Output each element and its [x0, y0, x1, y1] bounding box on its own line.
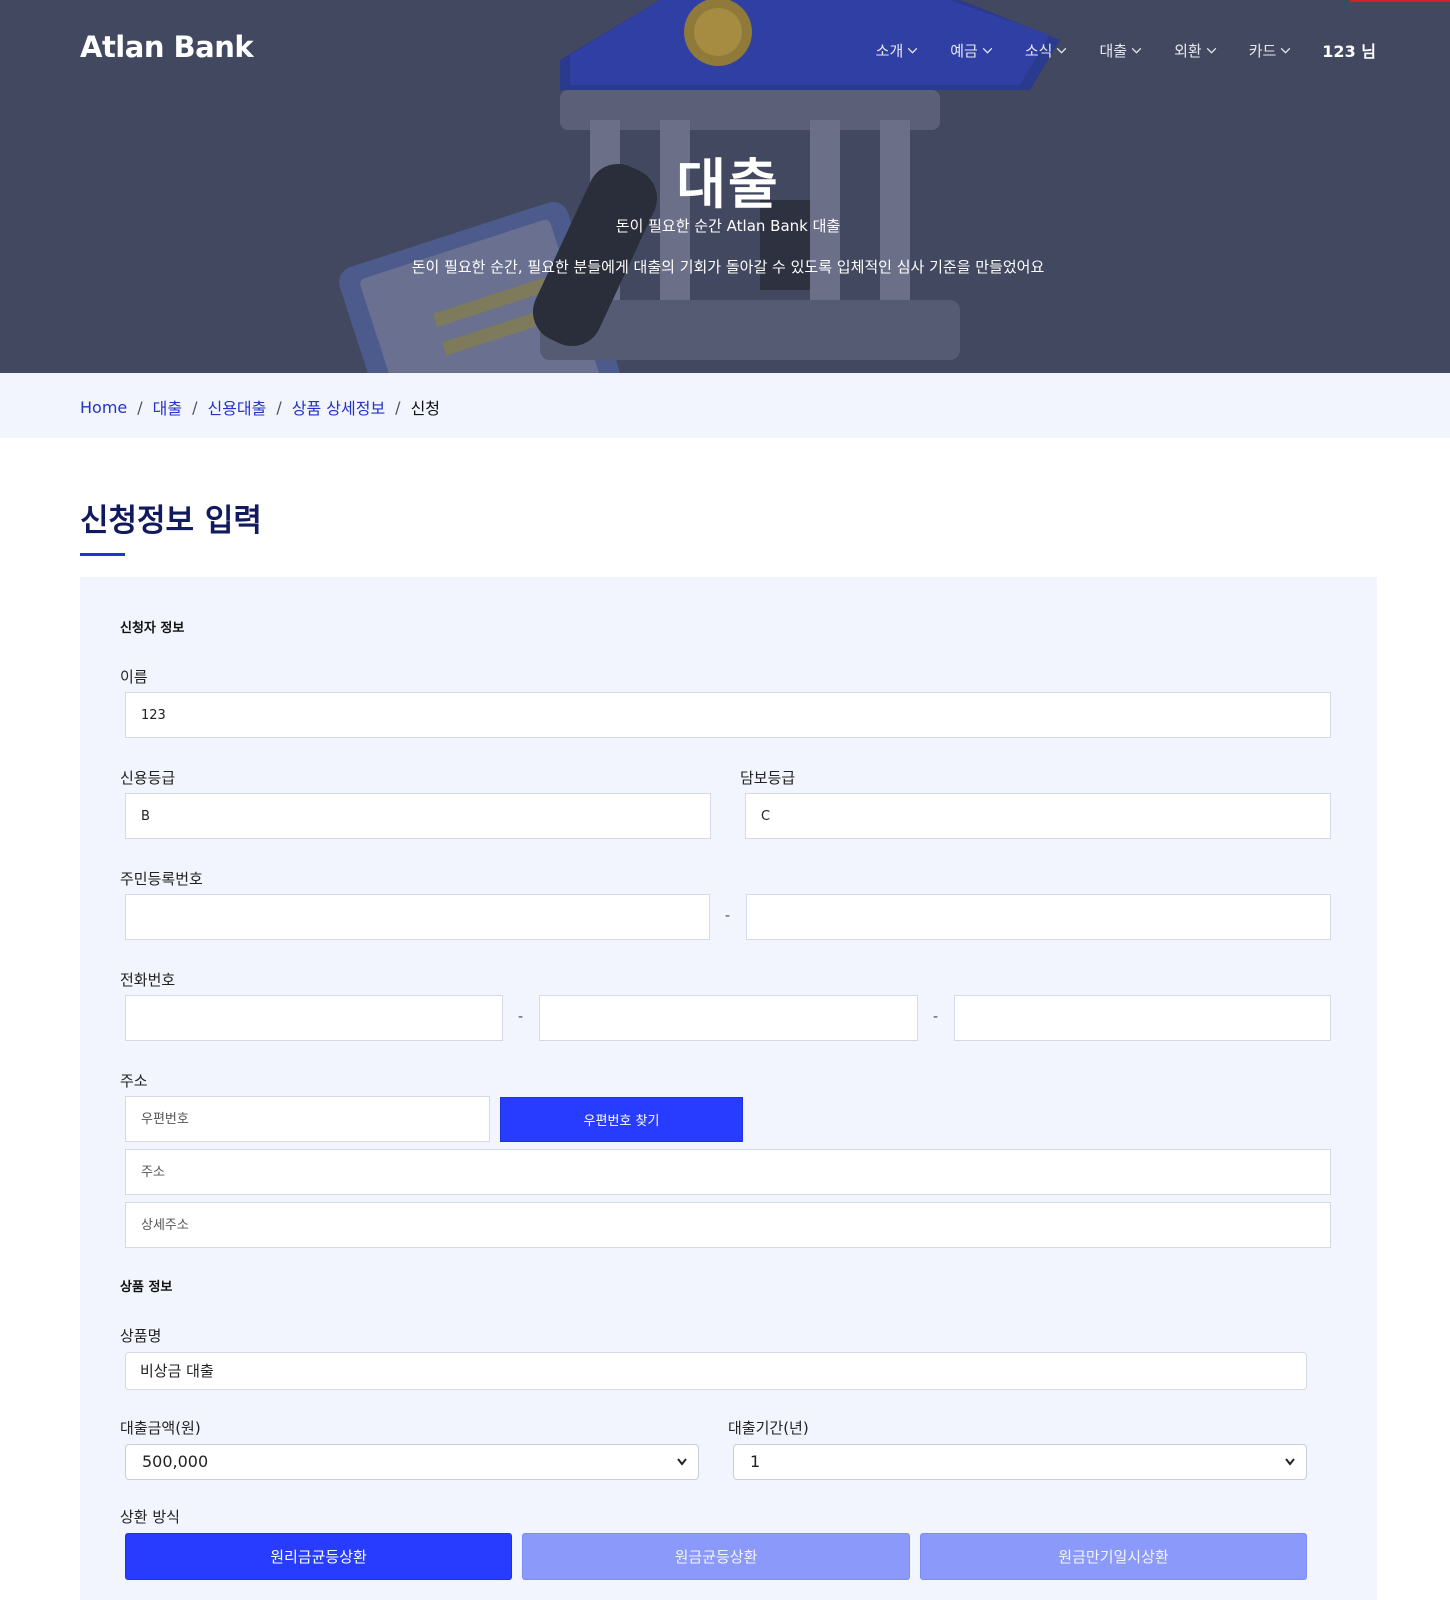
address-detail-field[interactable] — [125, 1202, 1331, 1248]
chevron-down-icon — [982, 47, 993, 54]
breadcrumb-product-detail[interactable]: 상품 상세정보 — [292, 395, 385, 419]
credit-grade-label: 신용등급 — [120, 769, 176, 787]
breadcrumb-separator: / — [137, 397, 143, 417]
hero-banner: Atlan Bank 소개 예금 소식 대출 외환 카드 123 님 대출 돈이… — [0, 0, 1450, 373]
nav-item-label: 카드 — [1248, 41, 1277, 60]
name-label: 이름 — [120, 668, 148, 686]
nav-item-loan[interactable]: 대출 — [1099, 40, 1143, 61]
collateral-grade-field[interactable] — [745, 793, 1331, 839]
hero-subtitle: 돈이 필요한 순간 Atlan Bank 대출 — [615, 217, 841, 235]
rrn-front-field[interactable] — [125, 894, 710, 940]
breadcrumb-home[interactable]: Home — [80, 398, 127, 417]
nav-item-label: 소식 — [1024, 41, 1053, 60]
repayment-label: 상환 방식 — [120, 1508, 180, 1526]
phone-separator: - — [933, 1009, 939, 1025]
zip-field[interactable] — [125, 1096, 490, 1142]
nav-item-news[interactable]: 소식 — [1025, 40, 1069, 61]
breadcrumb-separator: / — [192, 397, 198, 417]
hero-description: 돈이 필요한 순간, 필요한 분들에게 대출의 기회가 돌아갈 수 있도록 입체… — [411, 258, 1045, 276]
brand-logo[interactable]: Atlan Bank — [80, 30, 254, 64]
loan-period-label: 대출기간(년) — [728, 1419, 809, 1437]
chevron-down-icon — [1057, 47, 1067, 54]
nav-item-deposit[interactable]: 예금 — [950, 40, 994, 61]
repayment-option-equal-principal[interactable]: 원금균등상환 — [522, 1533, 910, 1580]
address-label: 주소 — [120, 1072, 148, 1090]
rrn-back-field[interactable] — [746, 894, 1331, 940]
breadcrumb-loan[interactable]: 대출 — [153, 395, 182, 419]
breadcrumb: Home / 대출 / 신용대출 / 상품 상세정보 / 신청 — [80, 395, 440, 419]
chevron-down-icon — [1281, 47, 1291, 54]
breadcrumb-bar: Home / 대출 / 신용대출 / 상품 상세정보 / 신청 — [0, 373, 1450, 438]
repayment-option-bullet[interactable]: 원금만기일시상환 — [920, 1533, 1307, 1580]
chevron-down-icon — [1206, 47, 1216, 54]
user-greeting[interactable]: 123 님 — [1322, 38, 1376, 62]
nav-item-card[interactable]: 카드 — [1249, 40, 1293, 61]
phone-last-field[interactable] — [954, 995, 1331, 1041]
breadcrumb-separator: / — [395, 397, 401, 417]
applicant-section-title: 신청자 정보 — [120, 621, 185, 636]
nav-item-exchange[interactable]: 외환 — [1174, 40, 1218, 61]
top-accent-bar — [1350, 0, 1450, 2]
application-form: 신청자 정보 이름 신용등급 담보등급 주민등록번호 - 전화번호 - - 주소… — [80, 577, 1377, 1600]
product-section-title: 상품 정보 — [120, 1280, 173, 1295]
find-zip-button[interactable]: 우편번호 찾기 — [500, 1097, 743, 1142]
chevron-down-icon — [1285, 1458, 1295, 1466]
rrn-label: 주민등록번호 — [120, 870, 203, 888]
breadcrumb-credit-loan[interactable]: 신용대출 — [207, 395, 266, 419]
loan-amount-value: 500,000 — [142, 1452, 209, 1471]
nav-item-label: 외환 — [1174, 41, 1202, 60]
credit-grade-field[interactable] — [125, 793, 711, 839]
nav-item-label: 소개 — [875, 41, 904, 60]
breadcrumb-current: 신청 — [410, 399, 441, 418]
loan-amount-select[interactable]: 500,000 — [125, 1444, 699, 1480]
chevron-down-icon — [677, 1458, 687, 1466]
address-field[interactable] — [125, 1149, 1331, 1195]
page-title: 신청정보 입력 — [80, 503, 262, 539]
collateral-grade-label: 담보등급 — [740, 769, 796, 787]
phone-first-field[interactable] — [125, 995, 503, 1041]
nav-item-intro[interactable]: 소개 — [876, 40, 920, 61]
nav-item-label: 대출 — [1099, 41, 1128, 60]
main-nav: 소개 예금 소식 대출 외환 카드 123 님 — [845, 38, 1376, 62]
loan-amount-label: 대출금액(원) — [120, 1419, 201, 1437]
name-field[interactable] — [125, 692, 1331, 738]
loan-period-value: 1 — [750, 1452, 761, 1471]
hero-title: 대출 — [676, 153, 780, 216]
breadcrumb-separator: / — [276, 397, 282, 417]
product-name-field: 비상금 대출 — [125, 1352, 1307, 1390]
nav-item-label: 예금 — [950, 41, 978, 60]
title-underline — [80, 553, 125, 556]
loan-period-select[interactable]: 1 — [733, 1444, 1307, 1480]
chevron-down-icon — [1131, 47, 1142, 54]
phone-separator: - — [518, 1009, 524, 1025]
phone-middle-field[interactable] — [539, 995, 918, 1041]
product-name-label: 상품명 — [120, 1327, 162, 1345]
repayment-option-equal-payment[interactable]: 원리금균등상환 — [125, 1533, 512, 1580]
chevron-down-icon — [907, 47, 918, 54]
rrn-separator: - — [725, 908, 731, 924]
phone-label: 전화번호 — [120, 971, 176, 989]
